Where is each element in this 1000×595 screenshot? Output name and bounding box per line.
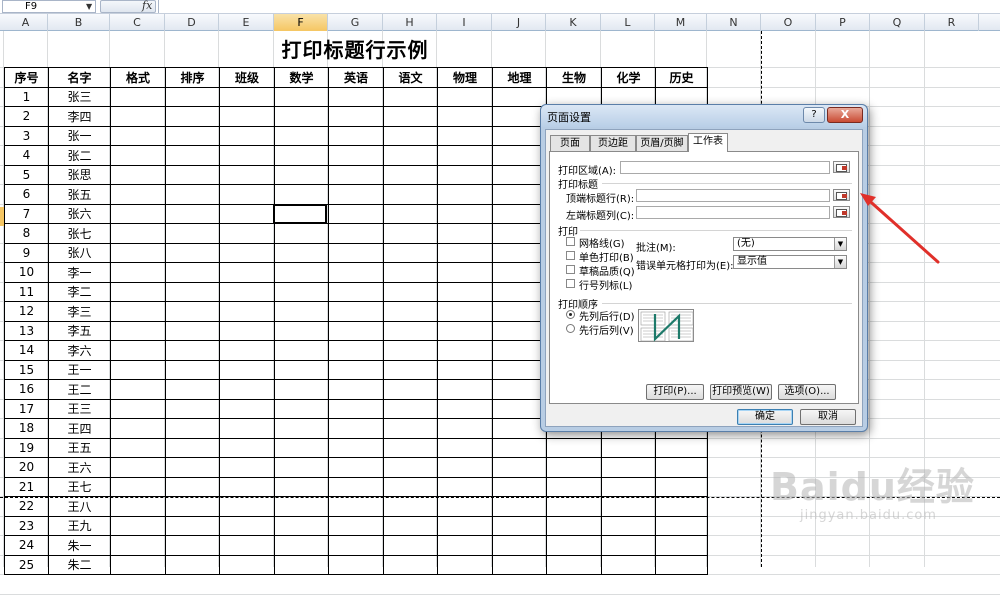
gridline	[0, 593, 1000, 595]
watermark-logo: Baidu经验	[770, 465, 975, 509]
watermark-url: jingyan.baidu.com	[800, 508, 937, 523]
baidu-watermark: Baidu经验 jingyan.baidu.com	[770, 456, 990, 556]
tab-sheet[interactable]: 工作表	[688, 133, 728, 152]
